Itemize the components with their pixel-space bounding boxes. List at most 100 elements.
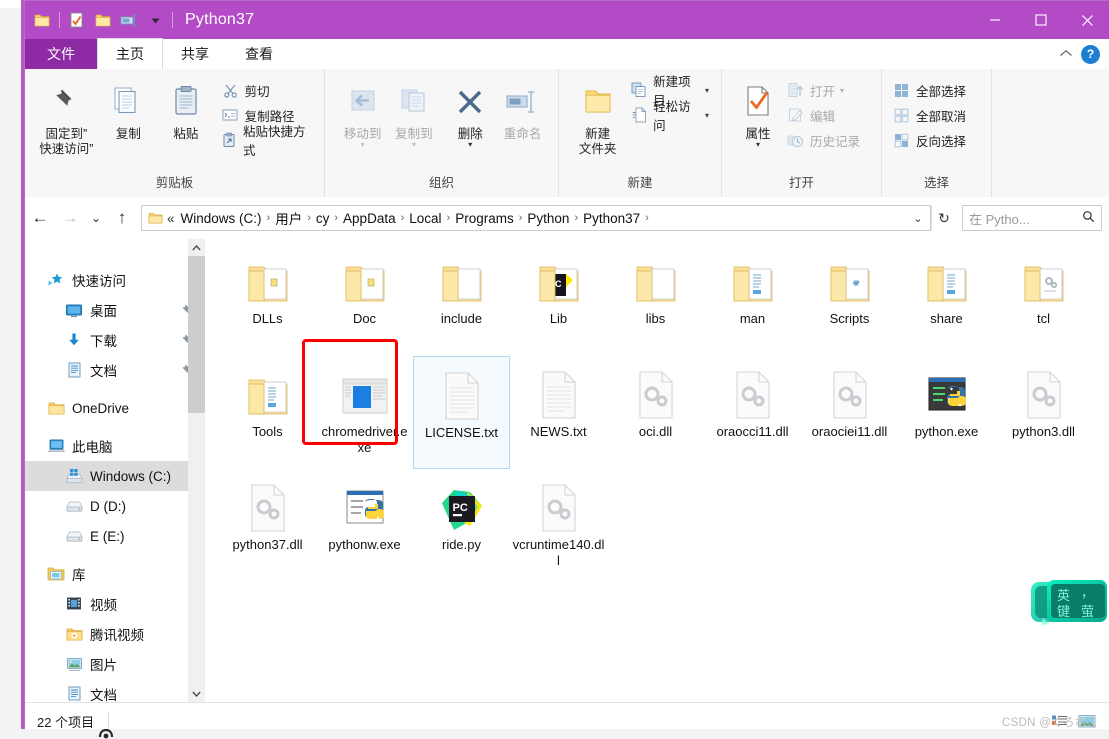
- edit-button[interactable]: 编辑: [786, 104, 864, 126]
- breadcrumb-item-0[interactable]: Windows (C:): [177, 211, 266, 226]
- file-item-oci-dll[interactable]: oci.dll: [607, 356, 704, 469]
- sidebar-item-libraries[interactable]: 库: [25, 559, 205, 589]
- file-list-pane[interactable]: DLLs Doc include Lib libs man Scripts sh…: [205, 239, 1109, 702]
- file-item-vcruntime140-dll[interactable]: vcruntime140.dll: [510, 469, 607, 582]
- pin-to-quick-access-button[interactable]: 固定到” 快速访问”: [33, 75, 100, 157]
- file-item-news[interactable]: NEWS.txt: [510, 356, 607, 469]
- file-item-libs[interactable]: libs: [607, 243, 704, 356]
- breadcrumb-item-1[interactable]: 用户: [271, 208, 306, 228]
- file-item-oraocci11-dll[interactable]: oraocci11.dll: [704, 356, 801, 469]
- new-folder-button[interactable]: 新建 文件夹: [571, 75, 624, 157]
- properties-check-icon[interactable]: [66, 9, 88, 31]
- sidebar-item-this-pc[interactable]: 此电脑: [25, 431, 205, 461]
- file-item-ride-py[interactable]: PC ride.py: [413, 469, 510, 582]
- breadcrumb-item-7[interactable]: Python37: [579, 211, 644, 226]
- file-item-lib[interactable]: PC Lib: [510, 243, 607, 356]
- folder-icon[interactable]: [31, 9, 53, 31]
- file-item-include[interactable]: include: [413, 243, 510, 356]
- new-item-caret-icon[interactable]: ▾: [705, 86, 709, 95]
- search-input[interactable]: 在 Pytho...: [962, 205, 1102, 231]
- maximize-icon[interactable]: [1018, 1, 1064, 39]
- ime-toolbar[interactable]: 英 ， 键 萤: [1029, 578, 1109, 644]
- file-item-python-exe[interactable]: python.exe: [898, 356, 995, 469]
- select-none-button[interactable]: 全部取消: [892, 104, 970, 126]
- cut-button[interactable]: 剪切: [221, 79, 316, 101]
- forward-button[interactable]: →: [55, 202, 85, 234]
- easy-access-caret-icon[interactable]: ▾: [705, 111, 709, 120]
- rename-button[interactable]: 重命名: [495, 75, 550, 142]
- tab-home[interactable]: 主页: [97, 38, 163, 70]
- breadcrumb-item-4[interactable]: Local: [405, 211, 445, 226]
- open-button[interactable]: 打开 ▾: [786, 79, 864, 101]
- sidebar-item-quick-access[interactable]: 快速访问: [25, 265, 205, 295]
- properties-caret-icon[interactable]: ▾: [756, 141, 760, 149]
- up-button[interactable]: ↑: [107, 202, 137, 234]
- scroll-down-arrow-icon[interactable]: [188, 685, 205, 702]
- breadcrumb-item-5[interactable]: Programs: [451, 211, 518, 226]
- recent-locations-button[interactable]: ⌄: [85, 202, 107, 234]
- file-item-python37-dll[interactable]: python37.dll: [219, 469, 316, 582]
- breadcrumb[interactable]: « Windows (C:) › 用户 › cy › AppData › Loc…: [141, 205, 931, 231]
- move-to-caret-icon[interactable]: ▾: [361, 141, 365, 149]
- file-item-tcl[interactable]: tcl: [995, 243, 1092, 356]
- navigation-scroll-thumb[interactable]: [188, 256, 205, 413]
- file-item-chromedriver[interactable]: chromedriver.exe: [316, 356, 413, 469]
- sidebar-item-windows-c[interactable]: Windows (C:): [25, 461, 205, 491]
- sidebar-item-desktop[interactable]: 桌面: [25, 295, 205, 325]
- paste-shortcut-button[interactable]: 粘贴快捷方式: [221, 125, 316, 158]
- customize-caret-icon[interactable]: [144, 9, 166, 31]
- open-caret-icon[interactable]: ▾: [840, 86, 844, 95]
- breadcrumb-item-3[interactable]: AppData: [339, 211, 400, 226]
- delete-button[interactable]: 删除 ▾: [446, 75, 495, 149]
- file-item-oraociei11-dll[interactable]: oraociei11.dll: [801, 356, 898, 469]
- sidebar-item-drive-d[interactable]: D (D:): [25, 491, 205, 521]
- copy-to-caret-icon[interactable]: ▾: [412, 141, 416, 149]
- sidebar-item-tencent-video[interactable]: 腾讯视频: [25, 619, 205, 649]
- breadcrumb-folder-icon[interactable]: [146, 210, 164, 226]
- file-item-dlls[interactable]: DLLs: [219, 243, 316, 356]
- sidebar-item-onedrive[interactable]: OneDrive: [25, 393, 205, 423]
- file-item-license[interactable]: LICENSE.txt: [413, 356, 510, 469]
- paste-button[interactable]: 粘贴: [157, 75, 214, 142]
- file-item-scripts[interactable]: Scripts: [801, 243, 898, 356]
- invert-selection-button[interactable]: 反向选择: [892, 129, 970, 151]
- breadcrumb-sep-7[interactable]: ›: [644, 212, 650, 224]
- breadcrumb-item-6[interactable]: Python: [523, 211, 573, 226]
- sidebar-item-documents[interactable]: 文档: [25, 355, 205, 385]
- file-item-man[interactable]: man: [704, 243, 801, 356]
- sidebar-item-drive-e[interactable]: E (E:): [25, 521, 205, 551]
- navigation-scrollbar[interactable]: [188, 239, 205, 702]
- file-item-pythonw-exe[interactable]: pythonw.exe: [316, 469, 413, 582]
- easy-access-button[interactable]: 轻松访问 ▾: [630, 100, 713, 133]
- delete-caret-icon[interactable]: ▾: [468, 141, 472, 149]
- breadcrumb-lead[interactable]: «: [167, 211, 177, 226]
- file-item-doc[interactable]: Doc: [316, 243, 413, 356]
- file-item-share[interactable]: share: [898, 243, 995, 356]
- select-all-button[interactable]: 全部选择: [892, 79, 970, 101]
- help-icon[interactable]: ?: [1081, 44, 1100, 64]
- copy-button[interactable]: 复制: [100, 75, 157, 142]
- file-item-tools[interactable]: Tools: [219, 356, 316, 469]
- move-to-button[interactable]: 移动到 ▾: [337, 75, 388, 149]
- back-button[interactable]: ←: [25, 202, 55, 234]
- sidebar-item-videos[interactable]: 视频: [25, 589, 205, 619]
- folder-new-icon[interactable]: [92, 9, 114, 31]
- file-item-python3-dll[interactable]: python3.dll: [995, 356, 1092, 469]
- breadcrumb-dropdown-icon[interactable]: ⌄: [908, 212, 928, 225]
- sidebar-item-pictures[interactable]: 图片: [25, 649, 205, 679]
- copy-to-button[interactable]: 复制到 ▾: [388, 75, 439, 149]
- tab-view[interactable]: 查看: [227, 39, 291, 69]
- tab-share[interactable]: 共享: [163, 39, 227, 69]
- breadcrumb-item-2[interactable]: cy: [312, 211, 334, 226]
- minimize-icon[interactable]: [972, 1, 1018, 39]
- sidebar-item-documents-lib[interactable]: 文档: [25, 679, 205, 702]
- scroll-up-arrow-icon[interactable]: [188, 239, 205, 256]
- sidebar-item-downloads[interactable]: 下载: [25, 325, 205, 355]
- refresh-button[interactable]: ↻: [931, 206, 956, 230]
- collapse-ribbon-icon[interactable]: [1059, 47, 1073, 61]
- taskbar-app-icon[interactable]: [96, 727, 116, 739]
- magnifier-icon[interactable]: [1082, 210, 1095, 226]
- tab-file[interactable]: 文件: [25, 39, 97, 69]
- rename-icon[interactable]: [118, 9, 140, 31]
- properties-button[interactable]: 属性 ▾: [734, 75, 782, 149]
